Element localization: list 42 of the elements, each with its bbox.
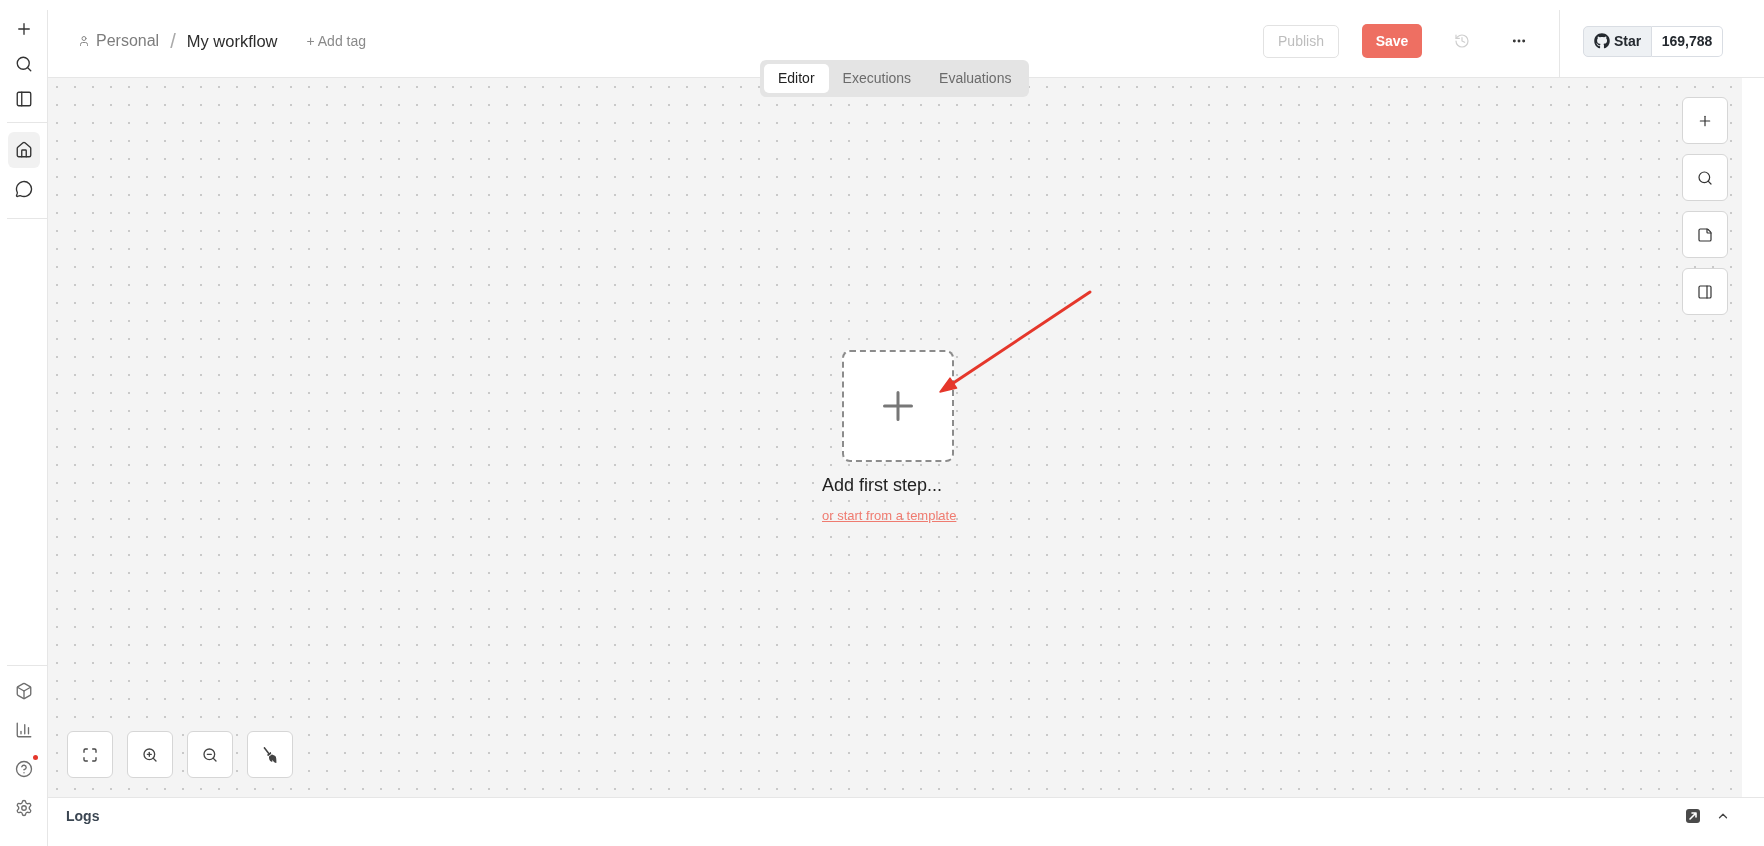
zoom-in-button[interactable] (127, 731, 173, 778)
note-icon (1697, 226, 1713, 243)
broom-icon (262, 746, 278, 763)
view-tab[interactable]: Editor (764, 64, 829, 93)
save-button[interactable]: Save (1362, 24, 1422, 58)
panel-icon (14, 89, 33, 108)
help-icon (14, 760, 33, 778)
chat-bubble-icon (14, 180, 33, 198)
popout-icon[interactable] (1686, 809, 1700, 823)
cube-icon (14, 682, 33, 700)
person-icon (78, 35, 90, 47)
search-icon (14, 54, 33, 73)
workflow-name[interactable]: My workflow (186, 28, 278, 54)
star-count[interactable]: 169,788 (1652, 25, 1723, 57)
bar-chart-icon (14, 721, 33, 739)
home-button[interactable] (7, 132, 40, 168)
fit-view-icon (82, 746, 98, 763)
zoom-out-icon (202, 746, 218, 763)
breadcrumb-separator: / (170, 29, 176, 54)
zoom-out-button[interactable] (187, 731, 233, 778)
panel-icon (1697, 283, 1713, 300)
side-panel-button[interactable] (1682, 268, 1728, 315)
logs-title: Logs (66, 806, 100, 826)
add-first-step-label: Add first step... (822, 475, 943, 496)
fit-view-button[interactable] (67, 731, 113, 778)
view-tab[interactable]: Evaluations (925, 64, 1026, 93)
view-tab[interactable]: Executions (828, 64, 926, 93)
add-tag-button[interactable]: + Add tag (306, 30, 367, 52)
tidy-up-button[interactable] (247, 731, 293, 778)
project-link[interactable]: Personal (96, 29, 160, 53)
settings-icon (14, 799, 33, 817)
template-link[interactable]: or start from a template (822, 506, 957, 526)
plus-icon (883, 391, 913, 421)
add-step-button[interactable] (842, 350, 954, 462)
zoom-in-icon (142, 746, 158, 763)
sticky-note-button[interactable] (1682, 211, 1728, 258)
home-icon (14, 141, 33, 159)
github-icon (1593, 33, 1610, 49)
github-star-button[interactable]: Star (1583, 25, 1652, 57)
search-icon (1697, 169, 1713, 186)
add-node-button[interactable] (1682, 97, 1728, 144)
search-nodes-button[interactable] (1682, 154, 1728, 201)
